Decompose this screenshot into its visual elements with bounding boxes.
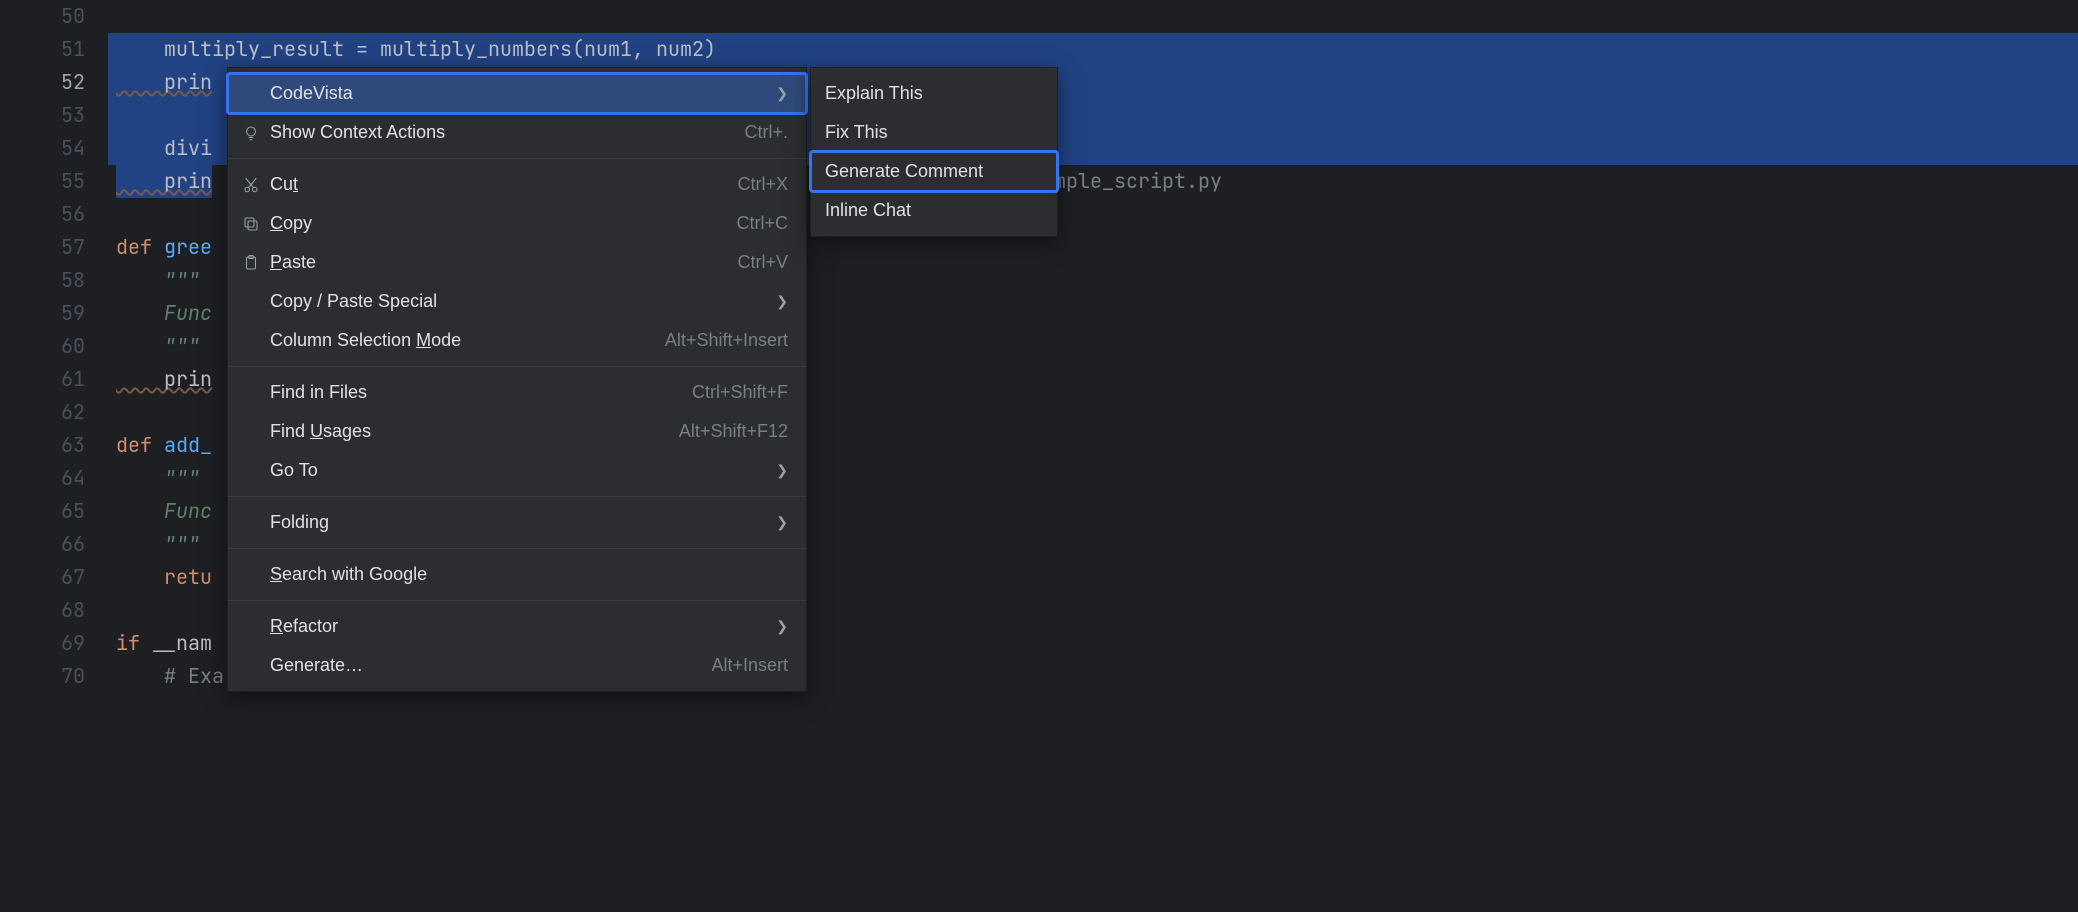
menu-label: Find Usages xyxy=(270,421,639,442)
chevron-right-icon: ❯ xyxy=(776,462,788,479)
menu-shortcut: Alt+Shift+Insert xyxy=(665,330,788,351)
line-number-current: 52 xyxy=(0,66,85,99)
context-submenu-codevista[interactable]: Explain This Fix This Generate Comment I… xyxy=(810,67,1058,237)
paste-icon xyxy=(242,254,270,272)
menu-item-context-actions[interactable]: Show Context Actions Ctrl+. xyxy=(228,113,806,152)
menu-item-find-usages[interactable]: Find Usages Alt+Shift+F12 xyxy=(228,412,806,451)
menu-item-find-in-files[interactable]: Find in Files Ctrl+Shift+F xyxy=(228,373,806,412)
menu-shortcut: Ctrl+Shift+F xyxy=(692,382,788,403)
chevron-right-icon: ❯ xyxy=(776,85,788,102)
menu-label: Explain This xyxy=(825,83,1039,104)
menu-item-search-google[interactable]: Search with Google xyxy=(228,555,806,594)
menu-separator xyxy=(228,366,806,367)
line-number: 63 xyxy=(0,429,85,462)
line-number: 65 xyxy=(0,495,85,528)
menu-separator xyxy=(228,600,806,601)
menu-item-column-selection[interactable]: Column Selection Mode Alt+Shift+Insert xyxy=(228,321,806,360)
submenu-item-fix[interactable]: Fix This xyxy=(811,113,1057,152)
menu-label: Find in Files xyxy=(270,382,652,403)
menu-label: Refactor xyxy=(270,616,736,637)
menu-label: Cut xyxy=(270,174,697,195)
menu-item-copy-paste-special[interactable]: Copy / Paste Special ❯ xyxy=(228,282,806,321)
menu-label: Paste xyxy=(270,252,697,273)
menu-label: Copy / Paste Special xyxy=(270,291,736,312)
line-number: 54 xyxy=(0,132,85,165)
menu-label: Copy xyxy=(270,213,696,234)
line-number: 57 xyxy=(0,231,85,264)
menu-item-folding[interactable]: Folding ❯ xyxy=(228,503,806,542)
menu-item-generate[interactable]: Generate… Alt+Insert xyxy=(228,646,806,685)
bulb-icon xyxy=(242,124,270,142)
menu-item-goto[interactable]: Go To ❯ xyxy=(228,451,806,490)
line-number[interactable]: 69 xyxy=(0,627,85,660)
menu-shortcut: Ctrl+. xyxy=(744,122,788,143)
menu-label: Generate… xyxy=(270,655,671,676)
menu-label: Fix This xyxy=(825,122,1039,143)
line-number: 58 xyxy=(0,264,85,297)
menu-item-paste[interactable]: Paste Ctrl+V xyxy=(228,243,806,282)
menu-item-cut[interactable]: Cut Ctrl+X xyxy=(228,165,806,204)
line-number: 50 xyxy=(0,0,85,33)
menu-item-copy[interactable]: Copy Ctrl+C xyxy=(228,204,806,243)
menu-separator xyxy=(228,158,806,159)
chevron-right-icon: ❯ xyxy=(776,514,788,531)
menu-label: Column Selection Mode xyxy=(270,330,625,351)
line-number: 64 xyxy=(0,462,85,495)
line-number: 55 xyxy=(0,165,85,198)
line-number: 61 xyxy=(0,363,85,396)
submenu-item-explain[interactable]: Explain This xyxy=(811,74,1057,113)
code-line[interactable]: multiply_result = multiply_numbers(num1,… xyxy=(108,33,2078,66)
cut-icon xyxy=(242,176,270,194)
line-number: 53 xyxy=(0,99,85,132)
menu-label: Folding xyxy=(270,512,736,533)
line-number: 70 xyxy=(0,660,85,693)
menu-shortcut: Ctrl+C xyxy=(736,213,788,234)
menu-separator xyxy=(228,548,806,549)
line-number: 59 xyxy=(0,297,85,330)
menu-shortcut: Alt+Insert xyxy=(711,655,788,676)
menu-label: Go To xyxy=(270,460,736,481)
line-number: 56 xyxy=(0,198,85,231)
menu-shortcut: Ctrl+V xyxy=(737,252,788,273)
menu-separator xyxy=(228,496,806,497)
editor-gutter: 50 51 52 53 54 55 56 57 58 59 60 61 62 6… xyxy=(0,0,108,912)
line-number: 60 xyxy=(0,330,85,363)
menu-item-refactor[interactable]: Refactor ❯ xyxy=(228,607,806,646)
line-number: 51 xyxy=(0,33,85,66)
context-menu[interactable]: CodeVista ❯ Show Context Actions Ctrl+. … xyxy=(227,67,807,692)
menu-shortcut: Alt+Shift+F12 xyxy=(679,421,788,442)
menu-label: CodeVista xyxy=(270,83,736,104)
menu-item-codevista[interactable]: CodeVista ❯ xyxy=(228,74,806,113)
inline-hint-path: mple_script.py xyxy=(1054,165,1222,198)
menu-label: Show Context Actions xyxy=(270,122,704,143)
chevron-right-icon: ❯ xyxy=(776,293,788,310)
submenu-item-inline-chat[interactable]: Inline Chat xyxy=(811,191,1057,230)
menu-label: Inline Chat xyxy=(825,200,1039,221)
menu-shortcut: Ctrl+X xyxy=(737,174,788,195)
line-number: 67 xyxy=(0,561,85,594)
menu-label: Search with Google xyxy=(270,564,788,585)
line-number: 66 xyxy=(0,528,85,561)
menu-label: Generate Comment xyxy=(825,161,1039,182)
copy-icon xyxy=(242,215,270,233)
submenu-item-generate-comment[interactable]: Generate Comment xyxy=(811,152,1057,191)
chevron-right-icon: ❯ xyxy=(776,618,788,635)
line-number: 68 xyxy=(0,594,85,627)
line-number: 62 xyxy=(0,396,85,429)
